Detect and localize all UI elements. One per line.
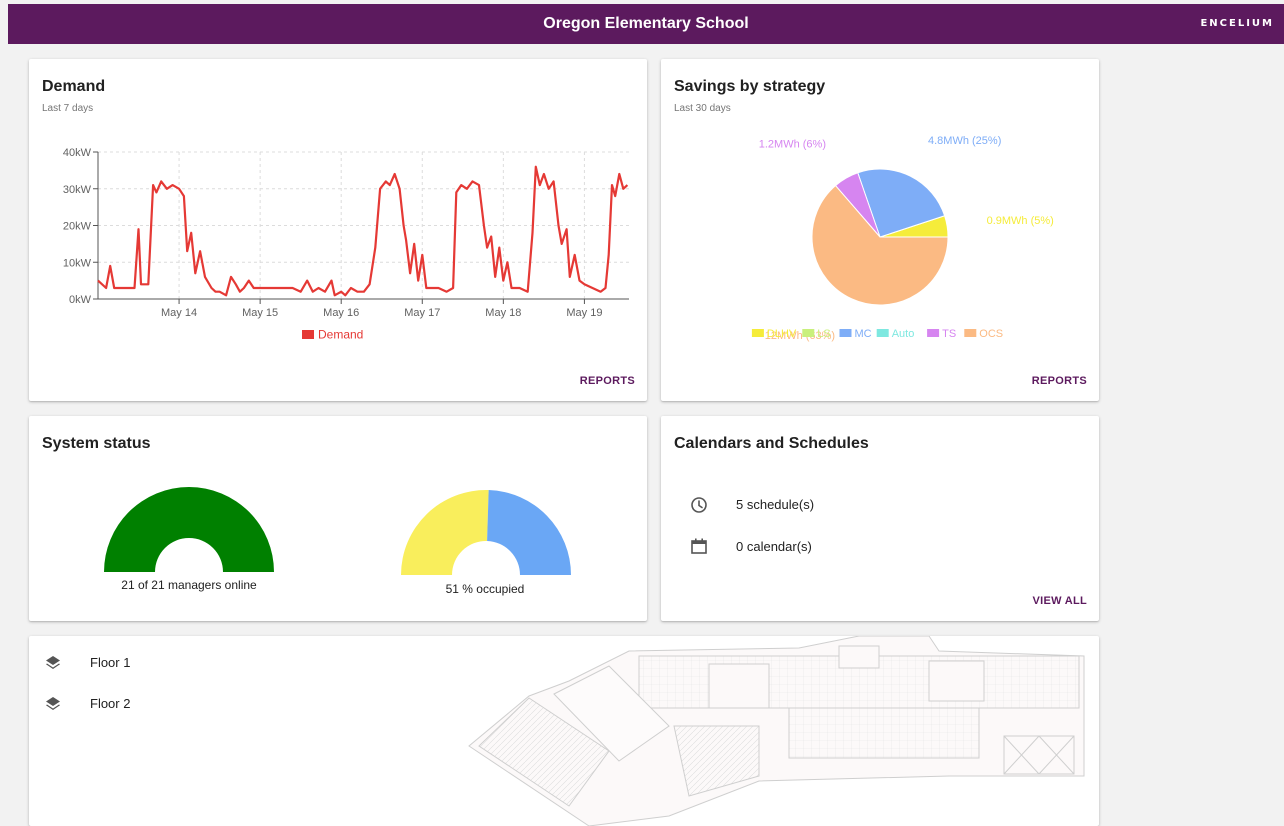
legend-label: Auto	[892, 328, 915, 340]
occupancy-gauge	[401, 489, 571, 575]
x-tick-label: May 19	[566, 307, 602, 319]
x-tick-label: May 17	[404, 307, 440, 319]
y-tick-label: 20kW	[63, 221, 92, 233]
occupancy-gauge-occupied	[401, 489, 489, 575]
x-tick-label: May 15	[242, 307, 278, 319]
floor-label: Floor 2	[90, 696, 131, 711]
managers-gauge-fill	[104, 487, 274, 572]
layers-icon	[46, 656, 60, 669]
legend-label: OCS	[979, 328, 1003, 340]
calendar-icon	[691, 538, 707, 554]
floor-label: Floor 1	[90, 655, 131, 670]
system-status-card: System status 21 of 21 managers online 5…	[29, 416, 647, 621]
y-tick-label: 0kW	[69, 294, 92, 306]
legend-label: DLHV	[767, 328, 797, 340]
y-tick-label: 40kW	[63, 147, 92, 159]
legend-label: Demand	[318, 328, 363, 342]
legend-swatch	[751, 329, 764, 337]
savings-chart: 0.9MWh (5%)4.8MWh (25%)1.2MWh (6%)12MWh …	[751, 135, 1054, 342]
savings-reports-button[interactable]: REPORTS	[1032, 375, 1087, 387]
legend-swatch	[876, 329, 889, 337]
y-tick-label: 30kW	[63, 184, 92, 196]
view-all-button[interactable]: VIEW ALL	[1032, 595, 1087, 607]
legend-swatch	[927, 329, 940, 337]
occupancy-gauge-vacant	[487, 490, 571, 575]
legend-swatch	[839, 329, 852, 337]
occupancy-label: 51 % occupied	[445, 582, 525, 596]
layers-icon	[46, 697, 60, 710]
legend-label: TS	[942, 328, 956, 340]
app-header: Oregon Elementary School ENCELIUM	[8, 4, 1284, 44]
brand-logo: ENCELIUM	[1200, 18, 1274, 29]
clock-icon	[691, 497, 707, 513]
system-status-title: System status	[42, 435, 151, 452]
x-tick-label: May 18	[485, 307, 521, 319]
calendars-label: 0 calendar(s)	[736, 539, 812, 554]
demand-chart: 0kW 10kW 20kW 30kW 40kW May 14 May 15 May 16 May…	[63, 147, 629, 342]
legend-swatch	[302, 330, 314, 339]
demand-reports-button[interactable]: REPORTS	[580, 375, 635, 387]
pie-label: 4.8MWh (25%)	[928, 135, 1001, 147]
calendars-card: Calendars and Schedules 5 schedule(s) 0 …	[661, 416, 1099, 621]
pie-label: 0.9MWh (5%)	[987, 215, 1054, 227]
legend-label: LS	[817, 328, 830, 340]
schedules-label: 5 schedule(s)	[736, 497, 815, 512]
legend-swatch	[802, 329, 815, 337]
y-tick-label: 10kW	[63, 257, 92, 269]
floor-plan-image[interactable]	[459, 636, 1099, 826]
demand-card: Demand Last 7 days 0kW 10kW 20kW 30kW 40kW Ma…	[29, 59, 647, 401]
page-title: Oregon Elementary School	[543, 15, 749, 32]
managers-gauge	[104, 487, 274, 572]
managers-online-label: 21 of 21 managers online	[121, 578, 257, 592]
legend-label: MC	[855, 328, 872, 340]
pie-label: 1.2MWh (6%)	[759, 139, 826, 151]
x-tick-label: May 16	[323, 307, 359, 319]
calendars-title: Calendars and Schedules	[674, 435, 869, 452]
x-tick-label: May 14	[161, 307, 197, 319]
savings-card: Savings by strategy Last 30 days 0.9MWh …	[661, 59, 1099, 401]
floors-card: Floor 1 Floor 2	[29, 636, 1099, 826]
demand-series-line	[97, 165, 629, 297]
legend-swatch	[964, 329, 977, 337]
